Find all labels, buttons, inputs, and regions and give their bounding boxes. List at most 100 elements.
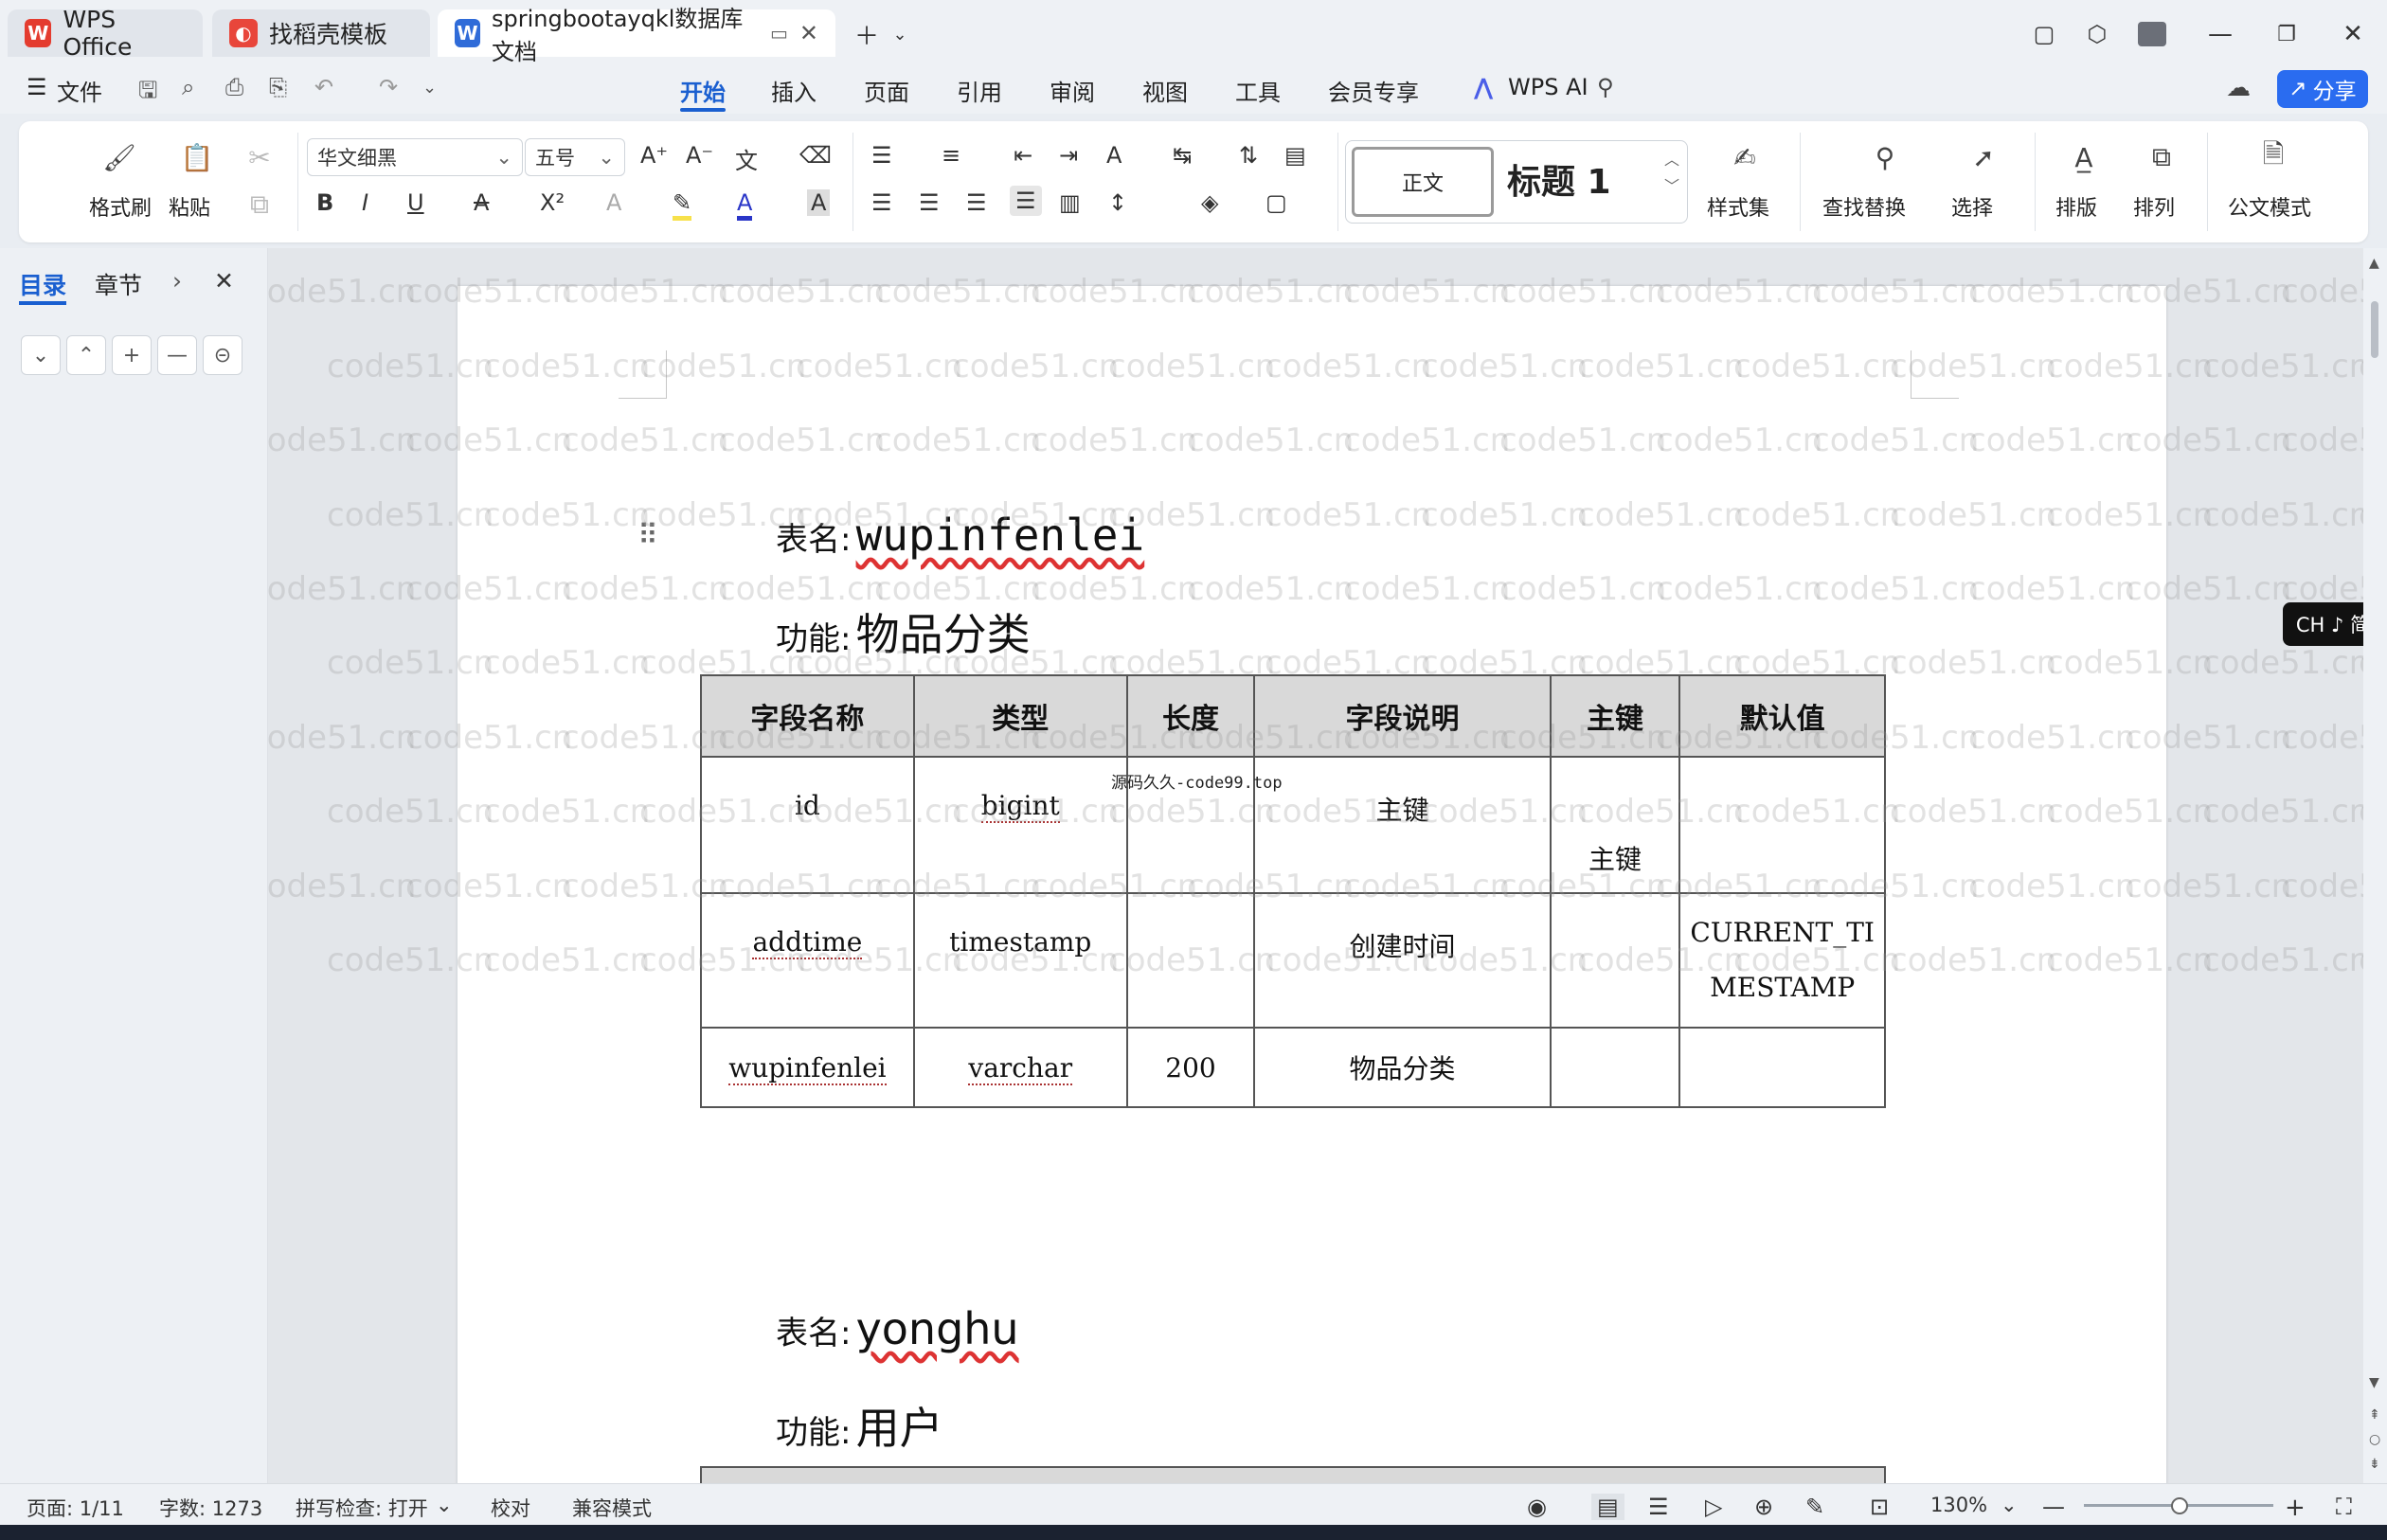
- format-painter-label[interactable]: 格式刷: [89, 191, 152, 222]
- italic-icon[interactable]: I: [362, 189, 368, 216]
- menu-references[interactable]: 引用: [957, 74, 1002, 107]
- borders-icon[interactable]: ▢: [1265, 189, 1287, 216]
- avatar[interactable]: [2133, 15, 2171, 53]
- shading-icon[interactable]: ◈: [1201, 189, 1218, 216]
- strikethrough-icon[interactable]: A: [474, 189, 489, 216]
- bold-icon[interactable]: B: [316, 189, 333, 216]
- menu-page[interactable]: 页面: [864, 74, 909, 107]
- cut-icon[interactable]: ✂: [241, 138, 278, 176]
- chevron-right-icon[interactable]: ›: [172, 267, 182, 295]
- word-count[interactable]: 字数: 1273: [159, 1494, 262, 1522]
- hamburger-icon[interactable]: ☰: [27, 74, 47, 100]
- gallery-up-icon[interactable]: ︿: [1664, 147, 1679, 170]
- zoom-out-icon[interactable]: —: [2042, 1494, 2065, 1520]
- arrange-label[interactable]: 排列: [2133, 191, 2175, 222]
- copy-icon[interactable]: ⧉: [241, 186, 278, 224]
- official-mode-label[interactable]: 公文模式: [2228, 191, 2311, 222]
- select-label[interactable]: 选择: [1951, 191, 1993, 222]
- spell-chevron-icon[interactable]: ⌄: [436, 1494, 453, 1516]
- phonetic-icon[interactable]: 文: [735, 142, 758, 175]
- increase-indent-icon[interactable]: ⇥: [1059, 142, 1078, 169]
- underline-icon[interactable]: U: [407, 189, 424, 216]
- collapse-all-icon[interactable]: ⌄: [21, 335, 61, 375]
- numbered-list-icon[interactable]: ≡: [942, 142, 960, 169]
- line-spacing-icon[interactable]: ↕: [1108, 189, 1127, 216]
- paste-icon[interactable]: 📋: [178, 138, 216, 176]
- find-replace-label[interactable]: 查找替换: [1822, 191, 1906, 222]
- sort-icon[interactable]: ⇅: [1239, 142, 1258, 169]
- align-left-icon[interactable]: ☰: [871, 189, 892, 216]
- format-painter-icon[interactable]: 🖌: [100, 138, 138, 176]
- zoom-chevron-icon[interactable]: ⌄: [2001, 1494, 2018, 1516]
- bullet-list-icon[interactable]: ☰: [871, 142, 892, 169]
- zoom-in-icon[interactable]: +: [2285, 1494, 2306, 1522]
- add-heading-icon[interactable]: +: [112, 335, 152, 375]
- close-window-icon[interactable]: ✕: [2334, 15, 2372, 53]
- justify-icon[interactable]: ☰: [1010, 186, 1042, 216]
- distributed-icon[interactable]: ▥: [1059, 189, 1081, 216]
- font-size-select[interactable]: 五号 ⌄: [525, 138, 625, 176]
- menu-wps-ai[interactable]: WPS AI: [1508, 74, 1588, 100]
- style-heading-1[interactable]: 标题 1: [1507, 154, 1611, 204]
- tab-list-chevron-icon[interactable]: ⌄: [881, 15, 919, 53]
- next-page-icon[interactable]: ⇟: [2369, 1457, 2380, 1472]
- proofread[interactable]: 校对: [491, 1494, 530, 1522]
- pen-icon[interactable]: ✎: [1805, 1494, 1824, 1520]
- settings-icon[interactable]: ⊝: [203, 335, 242, 375]
- menu-file[interactable]: 文件: [57, 74, 102, 107]
- undo-icon[interactable]: ↶: [314, 74, 333, 100]
- outline-view-icon[interactable]: ☰: [1648, 1494, 1669, 1520]
- text-direction-icon[interactable]: A: [1106, 142, 1122, 169]
- cloud-upload-icon[interactable]: ☁: [2226, 74, 2251, 102]
- align-center-icon[interactable]: ☰: [919, 189, 940, 216]
- scroll-down-icon[interactable]: ▼: [2369, 1375, 2379, 1390]
- shrink-font-icon[interactable]: A⁻: [686, 142, 713, 169]
- style-normal[interactable]: 正文: [1352, 147, 1494, 217]
- page-view-icon[interactable]: ▤: [1591, 1494, 1624, 1520]
- eye-icon[interactable]: ◉: [1527, 1494, 1547, 1520]
- official-doc-icon[interactable]: 🗎: [2254, 138, 2292, 176]
- align-right-icon[interactable]: ☰: [966, 189, 987, 216]
- fullscreen-icon[interactable]: ⛶: [2336, 1494, 2352, 1520]
- text-effect-icon[interactable]: A: [606, 189, 621, 216]
- close-pane-icon[interactable]: ✕: [214, 267, 234, 295]
- tab-wps-office[interactable]: W WPS Office: [8, 6, 203, 61]
- clear-format-icon[interactable]: ⌫: [799, 142, 832, 169]
- minimize-icon[interactable]: —: [2201, 15, 2239, 53]
- remove-heading-icon[interactable]: —: [157, 335, 197, 375]
- expand-up-icon[interactable]: ⌃: [66, 335, 106, 375]
- search-icon[interactable]: ⚲: [1597, 74, 1614, 100]
- tab-document[interactable]: W springbootayqkl数据库文档 ▭ ✕: [438, 6, 835, 65]
- highlight-icon[interactable]: ✎: [673, 189, 692, 221]
- new-tab-icon[interactable]: ＋: [848, 15, 886, 53]
- search-icon[interactable]: ⚲: [1866, 138, 1904, 176]
- superscript-icon[interactable]: X²: [540, 189, 565, 216]
- decrease-indent-icon[interactable]: ⇤: [1014, 142, 1032, 169]
- paste-label[interactable]: 粘贴: [169, 191, 210, 222]
- menu-review[interactable]: 审阅: [1050, 74, 1095, 107]
- redo-icon[interactable]: ↷: [379, 74, 398, 100]
- show-marks-icon[interactable]: ▤: [1284, 142, 1306, 169]
- gallery-down-icon[interactable]: ﹀: [1664, 173, 1679, 196]
- zoom-level[interactable]: 130%: [1930, 1494, 1987, 1516]
- menu-member[interactable]: 会员专享: [1328, 74, 1419, 107]
- web-view-icon[interactable]: ⊕: [1754, 1494, 1773, 1520]
- style-set-label[interactable]: 样式集: [1707, 191, 1769, 222]
- quick-access-chevron-icon[interactable]: ⌄: [422, 78, 437, 98]
- font-color-icon[interactable]: A: [737, 189, 753, 221]
- spell-check[interactable]: 拼写检查: 打开: [296, 1494, 428, 1522]
- menu-tools[interactable]: 工具: [1235, 74, 1281, 107]
- char-shading-icon[interactable]: A: [807, 189, 831, 216]
- restore-icon[interactable]: ❐: [2268, 15, 2306, 53]
- menu-insert[interactable]: 插入: [771, 74, 817, 107]
- menu-view[interactable]: 视图: [1142, 74, 1188, 107]
- save-icon[interactable]: 🖫: [138, 74, 157, 113]
- print-icon[interactable]: ⎙: [225, 74, 243, 100]
- export-icon[interactable]: ⌕: [182, 74, 194, 100]
- tab-template[interactable]: ◐ 找稻壳模板: [212, 9, 430, 57]
- tab-toc[interactable]: 目录: [19, 267, 66, 301]
- play-icon[interactable]: ▷: [1705, 1494, 1722, 1520]
- vertical-scrollbar[interactable]: ▲ ▼ ⇞ ○ ⇟: [2363, 248, 2387, 1483]
- style-set-icon[interactable]: ✍: [1726, 138, 1764, 176]
- typeset-icon[interactable]: A̲: [2065, 138, 2103, 176]
